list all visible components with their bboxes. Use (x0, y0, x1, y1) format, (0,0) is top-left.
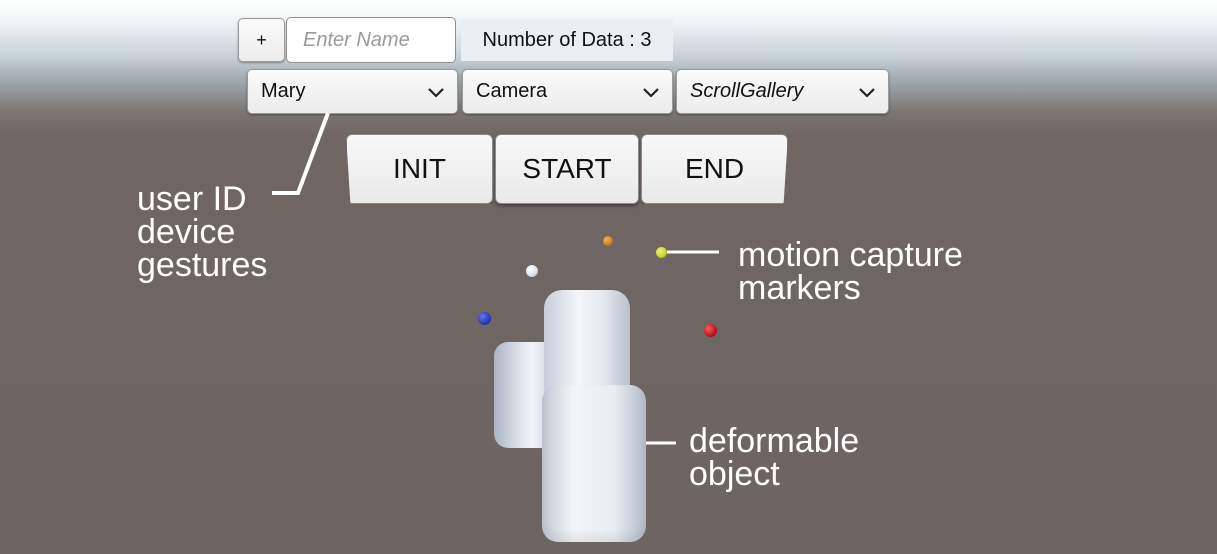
user-id-value: Mary (261, 80, 306, 102)
start-button[interactable]: START (495, 134, 639, 204)
mocap-marker-blue (478, 312, 491, 325)
mocap-marker-orange (603, 236, 613, 246)
deformable-object (494, 290, 646, 542)
start-label: START (522, 153, 612, 184)
annotation-device: device (137, 213, 236, 251)
mocap-marker-white (526, 265, 538, 277)
gesture-value: ScrollGallery (690, 80, 804, 102)
end-button[interactable]: END (641, 134, 788, 204)
annotation-gestures: gestures (137, 246, 268, 284)
user-id-dropdown[interactable]: Mary (247, 69, 458, 114)
add-button[interactable]: + (238, 18, 285, 62)
gesture-dropdown[interactable]: ScrollGallery (676, 69, 889, 114)
annotation-user-id: user ID (137, 180, 247, 218)
chevron-down-icon (859, 87, 875, 98)
mocap-marker-yellow (656, 247, 667, 258)
mocap-marker-red (704, 324, 717, 337)
name-input[interactable]: Enter Name (286, 17, 456, 63)
device-value: Camera (476, 80, 548, 102)
annotation-deformable: deformable (689, 422, 860, 460)
chevron-down-icon (428, 87, 444, 98)
init-button[interactable]: INIT (346, 134, 493, 204)
camera-body (542, 385, 646, 542)
end-label: END (684, 153, 745, 184)
add-label: + (256, 29, 267, 50)
annotation-object: object (689, 455, 780, 493)
device-dropdown[interactable]: Camera (462, 69, 673, 114)
annotation-motion-capture: motion capture (738, 236, 963, 274)
data-count-text: Number of Data : 3 (482, 28, 652, 51)
selection-annotation: user ID device gestures (137, 180, 268, 284)
markers-annotation: motion capture markers (738, 236, 963, 307)
selection-pointer-line (272, 112, 330, 195)
annotation-markers: markers (738, 269, 861, 307)
chevron-down-icon (643, 87, 659, 98)
init-label: INIT (393, 153, 446, 184)
name-placeholder: Enter Name (303, 28, 410, 51)
data-count-label: Number of Data : 3 (461, 19, 673, 61)
object-annotation: deformable object (689, 422, 860, 493)
